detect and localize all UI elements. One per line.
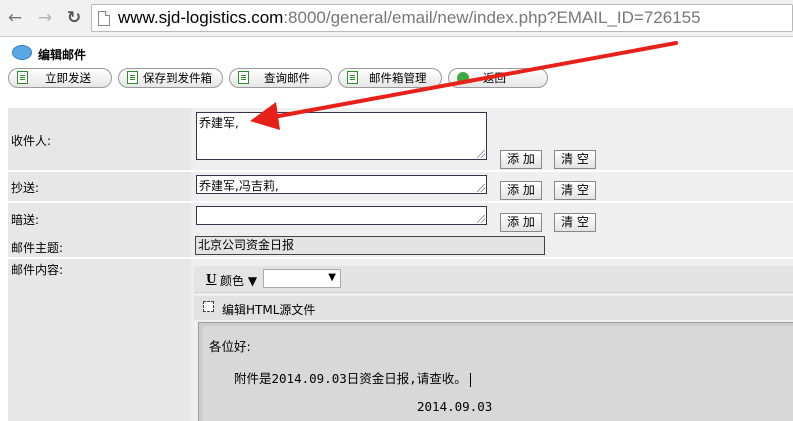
to-add-button[interactable]: 添 加 <box>500 150 542 169</box>
bcc-label: 暗送: <box>11 213 40 227</box>
cc-add-button[interactable]: 添 加 <box>500 181 542 200</box>
to-label-cell: 收件人: <box>8 108 191 170</box>
back-label: 返回 <box>483 71 506 85</box>
document-icon <box>17 71 28 84</box>
content-label-cell: 邮件内容: <box>8 259 191 421</box>
to-row: 收件人: 乔建军, 添 加 清 空 <box>8 108 793 170</box>
bcc-clear-button[interactable]: 清 空 <box>554 213 596 232</box>
cc-field[interactable]: 乔建军,冯吉莉, <box>196 175 487 194</box>
cc-row: 抄送: 乔建军,冯吉莉, 添 加 清 空 <box>8 172 793 201</box>
forward-arrow-icon[interactable]: → <box>34 7 56 29</box>
mailbox-management-label: 邮件箱管理 <box>369 71 427 85</box>
to-clear-button[interactable]: 清 空 <box>554 150 596 169</box>
address-bar[interactable]: www.sjd-logistics.com:8000/general/email… <box>91 4 793 32</box>
font-color-dropdown[interactable]: 颜色 ▼ <box>220 272 257 289</box>
query-email-button[interactable]: 查询邮件 <box>229 68 332 88</box>
text-caret <box>469 372 471 387</box>
bcc-row: 暗送: 添 加 清 空 <box>8 203 793 236</box>
cc-clear-button[interactable]: 清 空 <box>554 181 596 200</box>
back-button[interactable]: 返回 <box>448 68 548 88</box>
back-arrow-icon <box>457 72 469 84</box>
document-icon <box>347 71 358 84</box>
page-icon <box>98 11 110 26</box>
font-color-label: 颜色 <box>220 274 245 288</box>
speech-bubble-icon <box>12 45 32 60</box>
save-to-outbox-label: 保存到发件箱 <box>143 71 212 85</box>
cc-field-value: 乔建军,冯吉莉, <box>199 179 279 193</box>
query-email-label: 查询邮件 <box>264 71 310 85</box>
body-text: 附件是2014.09.03日资金日报,请查收。 <box>234 371 467 386</box>
bcc-label-cell: 暗送: <box>8 203 191 236</box>
subject-label-cell: 邮件主题: <box>8 236 191 257</box>
reload-icon[interactable]: ↻ <box>63 7 85 29</box>
content-label: 邮件内容: <box>11 263 64 277</box>
edit-html-source-row: 编辑HTML源文件 <box>194 296 793 320</box>
cc-label: 抄送: <box>11 181 40 195</box>
url-host: www.sjd-logistics.com <box>118 8 284 27</box>
edit-html-source-checkbox[interactable] <box>203 301 214 312</box>
to-field-value: 乔建军, <box>199 116 239 130</box>
subject-row: 邮件主题: 北京公司资金日报 <box>8 236 793 257</box>
resize-grip-icon[interactable] <box>477 150 485 158</box>
editor-content-area[interactable]: 各位好: 附件是2014.09.03日资金日报,请查收。 2014.09.03 <box>203 326 793 421</box>
mailbox-management-button[interactable]: 邮件箱管理 <box>338 68 442 88</box>
date-text: 2014.09.03 <box>417 399 493 414</box>
font-select[interactable]: ▼ <box>263 269 341 288</box>
underline-button[interactable]: U <box>206 272 216 286</box>
page-title: 编辑邮件 <box>38 48 87 62</box>
body-text-line: 附件是2014.09.03日资金日报,请查收。 <box>234 368 471 387</box>
bcc-field[interactable] <box>196 206 487 225</box>
save-to-outbox-button[interactable]: 保存到发件箱 <box>118 68 223 88</box>
subject-label: 邮件主题: <box>11 241 64 255</box>
chevron-down-icon: ▼ <box>247 274 258 288</box>
cc-label-cell: 抄送: <box>8 172 191 201</box>
resize-grip-icon[interactable] <box>477 184 485 192</box>
subject-input[interactable]: 北京公司资金日报 <box>195 236 545 255</box>
document-icon <box>238 71 249 84</box>
bcc-add-button[interactable]: 添 加 <box>500 213 542 232</box>
greeting-text: 各位好: <box>209 339 251 354</box>
editor-toolbar: U 颜色 ▼ ▼ <box>194 266 793 293</box>
back-arrow-icon[interactable]: ← <box>4 7 26 29</box>
resize-grip-icon[interactable] <box>477 215 485 223</box>
send-now-label: 立即发送 <box>45 71 91 85</box>
send-now-button[interactable]: 立即发送 <box>8 68 112 88</box>
document-icon <box>127 71 138 84</box>
browser-toolbar: ← → ↻ www.sjd-logistics.com:8000/general… <box>0 0 793 37</box>
url-path: :8000/general/email/new/index.php?EMAIL_… <box>283 8 701 27</box>
url-text: www.sjd-logistics.com:8000/general/email… <box>118 8 701 28</box>
to-field[interactable]: 乔建军, <box>196 112 487 160</box>
to-label: 收件人: <box>11 134 52 148</box>
edit-html-source-label: 编辑HTML源文件 <box>222 303 316 317</box>
chevron-down-icon: ▼ <box>328 272 336 283</box>
